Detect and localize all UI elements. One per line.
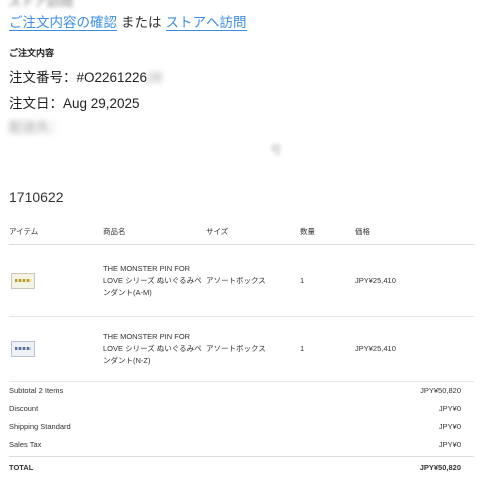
- product-thumbnail-icon[interactable]: [11, 272, 35, 289]
- sales-tax-value: JPY¥0: [438, 440, 461, 449]
- table-row: THE MONSTER PIN FOR LOVE シリーズ ぬいぐるみペンダント…: [9, 316, 474, 382]
- shipping-address-redacted: 配送先：: [9, 120, 63, 135]
- cut-off-header-text: ストア訪問: [8, 0, 74, 9]
- shipping-label: Shipping Standard: [9, 422, 71, 431]
- header-price: 価格: [355, 222, 474, 245]
- grand-total-value: JPY¥50,820: [419, 463, 461, 472]
- header-item: アイテム: [9, 222, 103, 245]
- order-number-redacted: 28: [147, 70, 163, 85]
- order-date-value: Aug 29,2025: [63, 96, 140, 111]
- product-name: THE MONSTER PIN FOR LOVE シリーズ ぬいぐるみペンダント…: [103, 244, 206, 317]
- order-number-value: #O2261226: [76, 70, 148, 85]
- shipping-value: JPY¥0: [438, 422, 461, 431]
- faint-redacted-char: 号: [270, 143, 283, 157]
- view-order-link[interactable]: ご注文内容の確認: [9, 15, 117, 31]
- subtotal-value: JPY¥50,820: [420, 386, 461, 395]
- subtotal-row: Subtotal 2 Items JPY¥50,820: [9, 386, 461, 398]
- discount-label: Discount: [9, 404, 39, 413]
- grand-total-row: TOTAL JPY¥50,820: [9, 463, 461, 475]
- grand-total-label: TOTAL: [9, 463, 34, 472]
- order-number-line: 注文番号：#O226122628: [9, 66, 162, 86]
- product-quantity: 1: [300, 316, 355, 382]
- visit-store-link[interactable]: ストアへ訪問: [165, 15, 247, 31]
- table-row: THE MONSTER PIN FOR LOVE シリーズ ぬいぐるみペンダント…: [9, 244, 474, 317]
- shipping-row: Shipping Standard JPY¥0: [9, 422, 461, 434]
- product-name: THE MONSTER PIN FOR LOVE シリーズ ぬいぐるみペンダント…: [103, 316, 206, 382]
- product-quantity: 1: [300, 244, 355, 317]
- header-quantity: 数量: [300, 222, 355, 245]
- reference-number: 1710622: [9, 189, 64, 205]
- order-date-line: 注文日：Aug 29,2025: [9, 92, 140, 112]
- order-items-table: アイテム 商品名 サイズ 数量 価格 THE MONSTER PIN FOR L…: [9, 222, 474, 382]
- sales-tax-label: Sales Tax: [9, 440, 42, 449]
- product-price: JPY¥25,410: [355, 316, 474, 382]
- product-size: アソートボックス: [206, 244, 300, 317]
- subtotal-label: Subtotal 2 Items: [9, 386, 64, 395]
- discount-value: JPY¥0: [438, 404, 461, 413]
- or-text: または: [121, 15, 162, 30]
- item-thumbnail-cell: [9, 244, 103, 317]
- sales-tax-row: Sales Tax JPY¥0: [9, 440, 461, 452]
- header-product-name: 商品名: [103, 222, 206, 245]
- header-size: サイズ: [206, 222, 300, 245]
- item-thumbnail-cell: [9, 316, 103, 382]
- order-number-label: 注文番号：: [9, 70, 77, 85]
- product-size: アソートボックス: [206, 316, 300, 382]
- order-date-label: 注文日：: [9, 96, 63, 111]
- product-thumbnail-icon[interactable]: [11, 341, 35, 357]
- discount-row: Discount JPY¥0: [9, 404, 461, 416]
- order-details-heading: ご注文内容: [9, 48, 55, 58]
- table-header-row: アイテム 商品名 サイズ 数量 価格: [9, 222, 474, 245]
- total-divider: [9, 456, 474, 457]
- product-price: JPY¥25,410: [355, 244, 474, 317]
- order-links: ご注文内容の確認 または ストアへ訪問: [9, 11, 247, 31]
